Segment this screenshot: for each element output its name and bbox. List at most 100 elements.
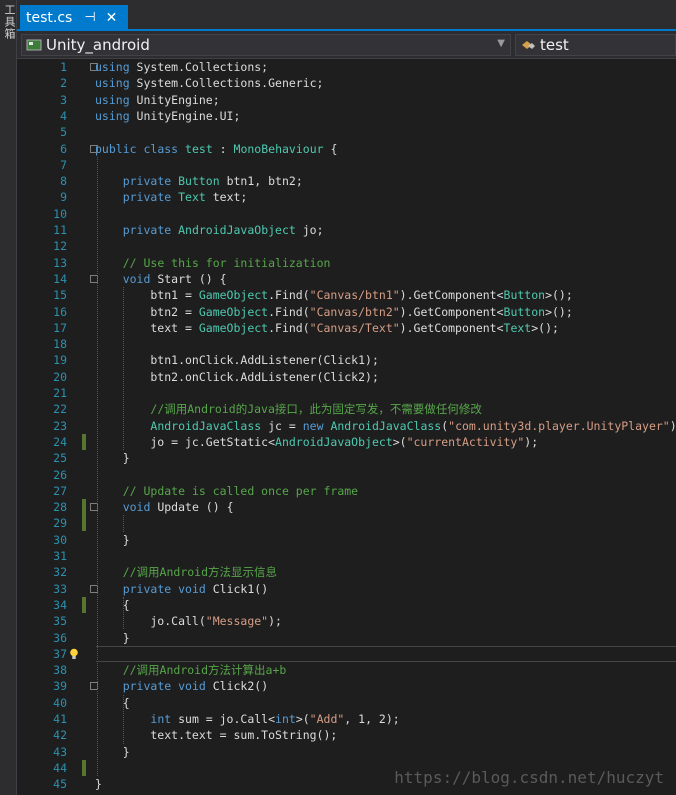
code-line[interactable]: 35 jo.Call("Message");: [17, 613, 676, 629]
code-line[interactable]: 26: [17, 467, 676, 483]
code-text[interactable]: void Start () {: [95, 271, 227, 287]
code-line[interactable]: 12: [17, 238, 676, 254]
code-text[interactable]: using UnityEngine.UI;: [95, 108, 240, 124]
tab-test-cs[interactable]: test.cs ⊣ ✕: [20, 5, 128, 30]
code-line[interactable]: 31: [17, 548, 676, 564]
code-line[interactable]: 19 btn1.onClick.AddListener(Click1);: [17, 352, 676, 368]
code-line[interactable]: 32 //调用Android方法显示信息: [17, 564, 676, 580]
code-line[interactable]: 28 void Update () {: [17, 499, 676, 516]
code-line[interactable]: 9 private Text text;: [17, 189, 676, 205]
code-line[interactable]: 1 using System.Collections;: [17, 59, 676, 75]
line-number: 38: [53, 663, 67, 678]
code-text[interactable]: using UnityEngine;: [95, 92, 220, 108]
close-icon[interactable]: ✕: [106, 10, 118, 26]
line-number: 11: [53, 223, 67, 237]
code-line[interactable]: 15 btn1 = GameObject.Find("Canvas/btn1")…: [17, 287, 676, 303]
code-text[interactable]: }: [95, 532, 130, 548]
code-line[interactable]: 36 }: [17, 630, 676, 646]
line-number: 27: [53, 483, 67, 498]
code-text[interactable]: btn1.onClick.AddListener(Click1);: [95, 352, 379, 368]
code-line[interactable]: 34 {: [17, 596, 676, 613]
code-text[interactable]: btn1 = GameObject.Find("Canvas/btn1").Ge…: [95, 287, 572, 303]
code-line[interactable]: 20 btn2.onClick.AddListener(Click2);: [17, 369, 676, 385]
code-line[interactable]: 40 {: [17, 695, 676, 711]
code-text[interactable]: //调用Android的Java接口，此为固定写发，不需要做任何修改: [95, 401, 482, 417]
code-text[interactable]: }: [95, 630, 130, 646]
code-text[interactable]: int sum = jo.Call<int>("Add", 1, 2);: [95, 711, 399, 727]
line-number: 4: [60, 108, 67, 123]
project-dropdown[interactable]: Unity_android ▼: [21, 34, 511, 56]
indent-guide: [123, 694, 124, 744]
code-text[interactable]: // Update is called once per frame: [95, 483, 358, 499]
code-text[interactable]: {: [95, 597, 130, 613]
code-line[interactable]: 42 text.text = sum.ToString();: [17, 727, 676, 743]
code-line[interactable]: 3 using UnityEngine;: [17, 92, 676, 108]
indent-guide: [123, 596, 124, 630]
code-line[interactable]: 33 private void Click1(): [17, 581, 676, 597]
code-text[interactable]: using System.Collections.Generic;: [95, 75, 324, 91]
code-text[interactable]: text.text = sum.ToString();: [95, 727, 337, 743]
code-text[interactable]: text = GameObject.Find("Canvas/Text").Ge…: [95, 320, 559, 336]
code-line[interactable]: 43 }: [17, 744, 676, 760]
line-number: 35: [53, 614, 67, 629]
chevron-down-icon[interactable]: ▼: [497, 38, 505, 49]
member-dropdown[interactable]: test: [515, 34, 676, 56]
line-number: 13: [53, 255, 67, 270]
code-line[interactable]: 6 public class test : MonoBehaviour {: [17, 141, 676, 157]
code-text[interactable]: // Use this for initialization: [95, 255, 331, 271]
code-text[interactable]: private Button btn1, btn2;: [95, 173, 303, 189]
lightbulb-icon[interactable]: [69, 648, 79, 660]
tab-title: test.cs: [26, 9, 73, 26]
code-line[interactable]: 11 private AndroidJavaObject jo;: [17, 222, 676, 238]
code-text[interactable]: private void Click1(): [95, 581, 268, 597]
code-line[interactable]: 2 using System.Collections.Generic;: [17, 75, 676, 91]
code-editor[interactable]: 1 using System.Collections; 2 using System.…: [17, 59, 676, 795]
code-line[interactable]: 5: [17, 124, 676, 140]
code-text[interactable]: public class test : MonoBehaviour {: [95, 141, 337, 157]
code-line[interactable]: 24 jo = jc.GetStatic<AndroidJavaObject>(…: [17, 433, 676, 450]
code-text[interactable]: using System.Collections;: [95, 59, 268, 75]
code-text[interactable]: }: [95, 776, 102, 792]
fold-toggle-icon[interactable]: [90, 63, 98, 71]
code-line[interactable]: 22 //调用Android的Java接口，此为固定写发，不需要做任何修改: [17, 401, 676, 417]
toolbox-sidebar[interactable]: 工具箱: [0, 0, 17, 795]
code-line[interactable]: 23 AndroidJavaClass jc = new AndroidJava…: [17, 418, 676, 434]
code-line[interactable]: 18: [17, 336, 676, 352]
code-line[interactable]: 30 }: [17, 532, 676, 548]
code-line[interactable]: 7: [17, 157, 676, 173]
code-line[interactable]: 4 using UnityEngine.UI;: [17, 108, 676, 124]
code-text[interactable]: //调用Android方法计算出a+b: [95, 662, 287, 678]
code-text[interactable]: void Update () {: [95, 499, 234, 515]
code-text[interactable]: //调用Android方法显示信息: [95, 564, 277, 580]
code-text[interactable]: jo = jc.GetStatic<AndroidJavaObject>("cu…: [95, 434, 538, 450]
code-text[interactable]: AndroidJavaClass jc = new AndroidJavaCla…: [95, 418, 676, 434]
code-line[interactable]: 13 // Use this for initialization: [17, 255, 676, 271]
toolbox-label[interactable]: 工具箱: [1, 4, 17, 40]
line-number: 25: [53, 451, 67, 466]
line-number: 6: [60, 141, 67, 156]
code-line[interactable]: 14 void Start () {: [17, 271, 676, 287]
code-text[interactable]: }: [95, 744, 130, 760]
code-line[interactable]: 29: [17, 515, 676, 532]
code-line[interactable]: 8 private Button btn1, btn2;: [17, 173, 676, 189]
code-text[interactable]: btn2.onClick.AddListener(Click2);: [95, 369, 379, 385]
code-line[interactable]: 38 //调用Android方法计算出a+b: [17, 662, 676, 678]
code-text[interactable]: private Text text;: [95, 189, 248, 205]
code-line[interactable]: 10: [17, 206, 676, 222]
code-text[interactable]: }: [95, 450, 130, 466]
code-line[interactable]: 25 }: [17, 450, 676, 466]
change-marker: [82, 759, 86, 776]
code-line[interactable]: 17 text = GameObject.Find("Canvas/Text")…: [17, 320, 676, 336]
code-text[interactable]: private void Click2(): [95, 678, 268, 694]
pin-icon[interactable]: ⊣: [84, 10, 95, 25]
code-text[interactable]: btn2 = GameObject.Find("Canvas/btn2").Ge…: [95, 304, 572, 320]
code-line[interactable]: 39 private void Click2(): [17, 678, 676, 694]
code-text[interactable]: {: [95, 695, 130, 711]
code-line[interactable]: 21: [17, 385, 676, 401]
code-text[interactable]: private AndroidJavaObject jo;: [95, 222, 324, 238]
code-line[interactable]: 16 btn2 = GameObject.Find("Canvas/btn2")…: [17, 304, 676, 320]
code-line[interactable]: 41 int sum = jo.Call<int>("Add", 1, 2);: [17, 711, 676, 727]
fold-toggle-icon[interactable]: [90, 144, 98, 153]
line-number: 37: [53, 646, 67, 661]
code-line[interactable]: 27 // Update is called once per frame: [17, 483, 676, 499]
